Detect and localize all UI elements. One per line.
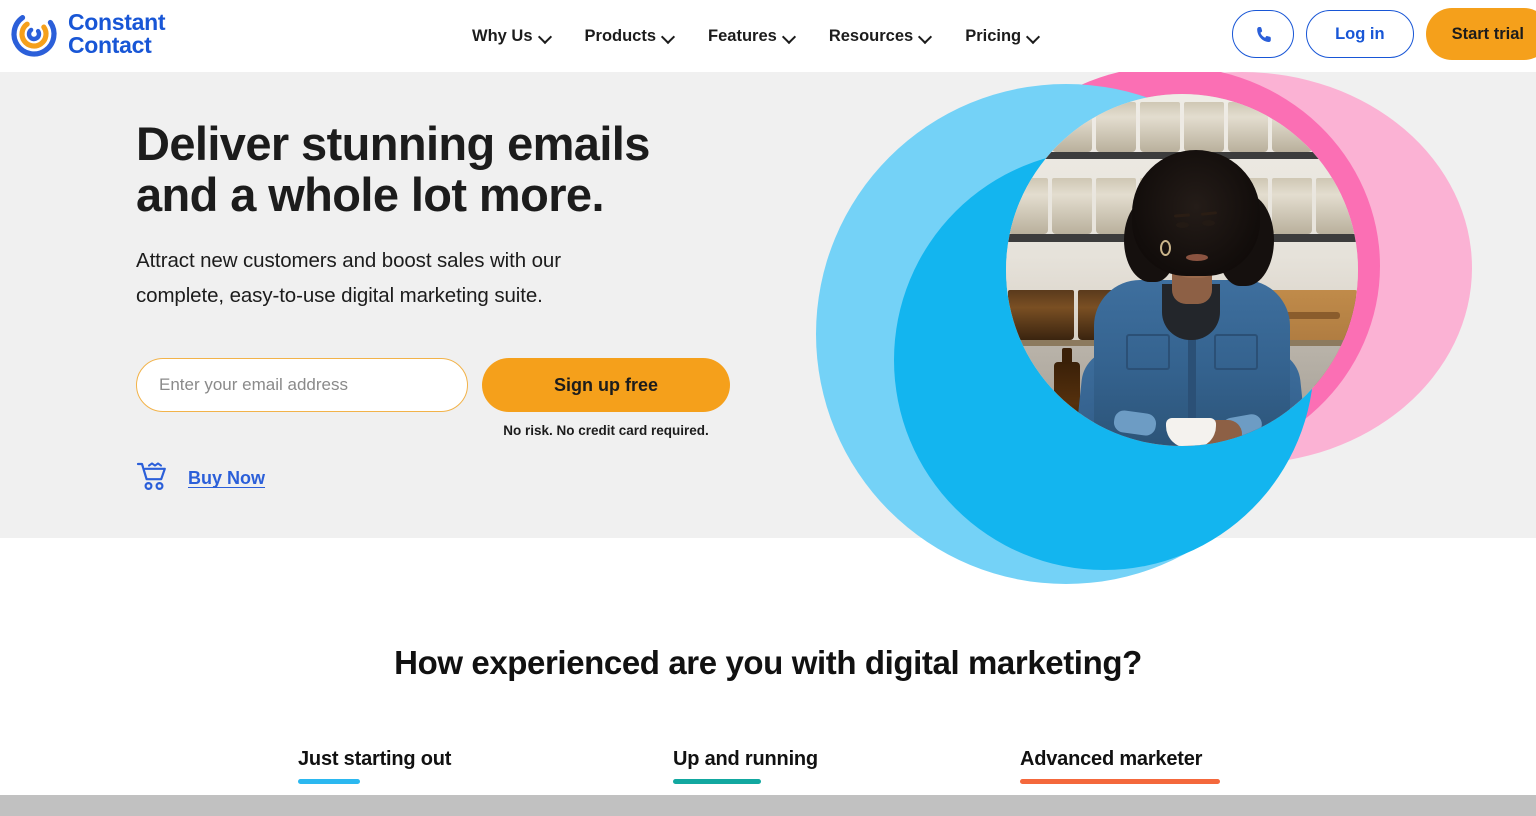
chevron-down-icon bbox=[540, 31, 551, 42]
hero-sub-line-1: Attract new customers and boost sales wi… bbox=[136, 249, 561, 273]
signup-form: Sign up free bbox=[136, 358, 756, 413]
hero-subheading: Attract new customers and boost sales wi… bbox=[136, 244, 756, 313]
hero-heading-line-1: Deliver stunning emails bbox=[136, 117, 650, 170]
hero-heading: Deliver stunning emails and a whole lot … bbox=[136, 117, 756, 222]
photo-earring bbox=[1160, 240, 1171, 256]
nav-label: Why Us bbox=[472, 26, 533, 45]
nav-label: Resources bbox=[828, 26, 914, 45]
nav-item-features[interactable]: Features bbox=[708, 27, 795, 46]
logo-line-1: Constant bbox=[68, 8, 166, 35]
hero-heading-line-2: and a whole lot more. bbox=[136, 168, 605, 222]
chevron-down-icon bbox=[1028, 31, 1039, 42]
chevron-down-icon bbox=[920, 31, 931, 42]
tab-underline bbox=[673, 779, 761, 784]
page-root: Constant Contact Why Us Products Feature… bbox=[0, 0, 1536, 816]
logo-wordmark: Constant Contact bbox=[68, 8, 166, 58]
tab-label: Just starting out bbox=[298, 748, 452, 770]
experience-section-title: How experienced are you with digital mar… bbox=[394, 644, 1142, 681]
tab-up-and-running[interactable]: Up and running bbox=[673, 748, 1020, 784]
photo-bottle bbox=[1054, 348, 1080, 432]
nav-label: Products bbox=[584, 26, 657, 45]
experience-tabs: Just starting out Up and running Advance… bbox=[298, 748, 1238, 784]
nav-item-pricing[interactable]: Pricing bbox=[965, 27, 1039, 46]
signup-fineprint: No risk. No credit card required. bbox=[503, 423, 709, 439]
hero-content: Deliver stunning emails and a whole lot … bbox=[136, 118, 756, 496]
logo-line-2: Contact bbox=[68, 32, 152, 58]
tab-just-starting-out[interactable]: Just starting out bbox=[298, 748, 673, 784]
buy-now-label: Buy Now bbox=[188, 468, 266, 489]
nav-item-why-us[interactable]: Why Us bbox=[472, 27, 551, 46]
tab-underline bbox=[298, 779, 360, 784]
photo-eye-left bbox=[1176, 222, 1189, 228]
nav-label: Features bbox=[708, 26, 777, 45]
sign-up-free-button[interactable]: Sign up free bbox=[482, 358, 730, 413]
photo-shirt-pocket-right bbox=[1214, 334, 1258, 370]
photo-lips bbox=[1186, 254, 1208, 261]
start-trial-label: Start trial bbox=[1451, 24, 1524, 43]
nav-label: Pricing bbox=[965, 26, 1022, 45]
buy-now-link[interactable]: Buy Now bbox=[136, 461, 756, 496]
chevron-down-icon bbox=[663, 31, 674, 42]
phone-button[interactable] bbox=[1232, 10, 1295, 58]
header-actions: Log in Start trial bbox=[1232, 8, 1536, 60]
login-label: Log in bbox=[1335, 24, 1385, 43]
primary-navigation: Why Us Products Features Resources Prici… bbox=[472, 0, 1039, 72]
photo-shirt-pocket-left bbox=[1126, 334, 1170, 370]
nav-item-products[interactable]: Products bbox=[585, 27, 675, 46]
hero-photo bbox=[1006, 94, 1358, 446]
tab-label: Up and running bbox=[673, 748, 818, 770]
shopping-cart-icon bbox=[136, 461, 170, 496]
hero-artwork bbox=[760, 66, 1536, 638]
site-header: Constant Contact Why Us Products Feature… bbox=[0, 0, 1536, 72]
chevron-down-icon bbox=[784, 31, 795, 42]
constant-contact-logo-icon bbox=[8, 8, 60, 60]
start-trial-button[interactable]: Start trial bbox=[1425, 8, 1536, 60]
tab-underline bbox=[1020, 779, 1220, 784]
horizontal-scrollbar[interactable] bbox=[0, 795, 1536, 816]
nav-item-resources[interactable]: Resources bbox=[829, 27, 931, 46]
login-button[interactable]: Log in bbox=[1306, 10, 1414, 58]
tab-advanced-marketer[interactable]: Advanced marketer bbox=[1020, 748, 1238, 784]
tab-label: Advanced marketer bbox=[1020, 748, 1203, 770]
photo-cup bbox=[1166, 418, 1216, 446]
logo[interactable]: Constant Contact bbox=[8, 8, 166, 60]
photo-jar-row-top bbox=[1006, 102, 1358, 152]
phone-icon bbox=[1256, 26, 1271, 42]
email-input[interactable] bbox=[136, 358, 468, 413]
hero-sub-line-2: complete, easy-to-use digital marketing … bbox=[136, 283, 543, 307]
photo-eye-right bbox=[1202, 220, 1215, 226]
